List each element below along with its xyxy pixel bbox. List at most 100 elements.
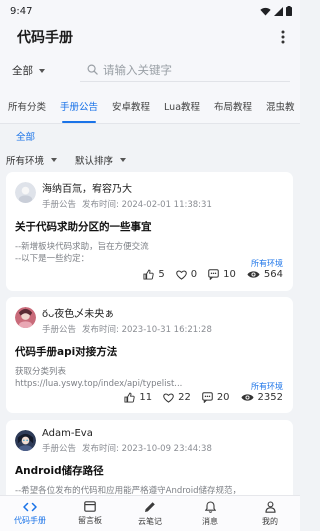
- post-category: 手册公告: [42, 325, 77, 335]
- cell-signal-icon: [274, 6, 283, 16]
- post-time: 发布时间: 2023-10-09 23:44:38: [82, 444, 212, 454]
- view-count-stat: 2352: [241, 392, 283, 403]
- post-excerpt: 获取分类列表 https://lua.yswy.top/index/api/ty…: [15, 367, 183, 389]
- post-time: 发布时间: 2024-02-01 11:38:31: [82, 200, 212, 210]
- post-env-tag: 所有环境: [251, 382, 283, 391]
- scope-label: 全部: [12, 64, 33, 77]
- tab-label: 安卓教程: [112, 101, 151, 113]
- tab-lua-tutorial[interactable]: Lua教程: [157, 88, 207, 123]
- eye-icon: [247, 271, 260, 278]
- dropdown-arrow-icon: [39, 68, 45, 73]
- comment-icon: [208, 269, 219, 280]
- post-title[interactable]: 代码手册api对接方法: [15, 344, 284, 359]
- post-header: ο᷄ᴗ夜色乄未央ぁ 手册公告 发布时间: 2023-10-31 16:21:28: [15, 305, 284, 335]
- post-header: Adam-Eva 手册公告 发布时间: 2023-10-09 23:44:38: [15, 428, 284, 454]
- dropdown-arrow-icon: [120, 158, 127, 162]
- environment-filter[interactable]: 所有环境: [6, 153, 58, 167]
- nav-label: 我的: [262, 516, 278, 526]
- post-card[interactable]: Adam-Eva 手册公告 发布时间: 2023-10-09 23:44:38 …: [6, 420, 293, 495]
- post-stats: 11 22 20 2352: [124, 392, 283, 403]
- post-author[interactable]: Adam-Eva: [42, 428, 212, 439]
- post-meta: 海纳百氚，宥容乃大 手册公告 发布时间: 2024-02-01 11:38:31: [42, 180, 212, 210]
- filter-row: 所有环境 默认排序: [0, 148, 300, 172]
- nav-profile[interactable]: 我的: [240, 496, 300, 531]
- favorite-button[interactable]: 0: [176, 269, 197, 280]
- eye-icon: [241, 394, 254, 401]
- post-card[interactable]: 海纳百氚，宥容乃大 手册公告 发布时间: 2024-02-01 11:38:31…: [6, 172, 293, 291]
- tab-manual-announcements[interactable]: 手册公告: [53, 88, 105, 123]
- tab-all-categories[interactable]: 所有分类: [0, 88, 53, 123]
- search-row: 全部 请输入关键字: [0, 52, 300, 88]
- comment-count: 10: [223, 269, 236, 280]
- post-time: 发布时间: 2023-10-31 16:21:28: [82, 325, 212, 335]
- nav-cloud-notes[interactable]: 云笔记: [120, 496, 180, 531]
- like-count: 11: [139, 392, 153, 403]
- sort-filter-label: 默认排序: [75, 156, 114, 167]
- avatar[interactable]: [15, 182, 36, 203]
- status-bar: 9:47: [0, 0, 300, 22]
- post-title[interactable]: Android储存路径: [15, 463, 284, 478]
- like-button[interactable]: 11: [124, 392, 152, 403]
- tab-label: Lua教程: [164, 101, 201, 113]
- post-author[interactable]: ο᷄ᴗ夜色乄未央ぁ: [42, 305, 212, 320]
- comment-button[interactable]: 20: [202, 392, 230, 403]
- nav-label: 代码手册: [14, 515, 46, 525]
- like-count: 5: [158, 269, 165, 280]
- post-title[interactable]: 关于代码求助分区的一些事宜: [15, 219, 284, 234]
- tab-android-tutorial[interactable]: 安卓教程: [105, 88, 157, 123]
- nav-code-manual[interactable]: 代码手册: [0, 496, 60, 531]
- comment-count: 20: [216, 392, 230, 403]
- sub-filter-all[interactable]: 全部: [16, 129, 35, 143]
- more-vert-icon: [281, 30, 285, 44]
- battery-icon: [286, 6, 292, 16]
- view-count: 2352: [257, 392, 283, 403]
- category-tabs: 所有分类 手册公告 安卓教程 Lua教程 布局教程 混虫教: [0, 88, 300, 124]
- tab-label: 手册公告: [60, 101, 99, 113]
- view-count: 564: [263, 269, 283, 280]
- favorite-count: 22: [178, 392, 191, 403]
- status-time: 9:47: [10, 5, 33, 17]
- message-board-icon: [84, 501, 96, 512]
- thumb-up-icon: [143, 269, 155, 280]
- nav-message-board[interactable]: 留言板: [60, 496, 120, 531]
- post-stats: 5 0 10 564: [143, 269, 283, 280]
- avatar[interactable]: [15, 430, 36, 451]
- search-input[interactable]: 请输入关键字: [80, 58, 290, 82]
- scope-dropdown[interactable]: 全部: [12, 63, 80, 78]
- nav-label: 云笔记: [138, 516, 162, 526]
- post-header: 海纳百氚，宥容乃大 手册公告 发布时间: 2024-02-01 11:38:31: [15, 180, 284, 210]
- heart-icon: [176, 270, 187, 280]
- thumb-up-icon: [124, 392, 135, 403]
- sort-filter[interactable]: 默认排序: [75, 153, 127, 167]
- post-feed: 海纳百氚，宥容乃大 手册公告 发布时间: 2024-02-01 11:38:31…: [0, 172, 300, 495]
- app-title: 代码手册: [17, 30, 73, 46]
- like-button[interactable]: 5: [143, 269, 165, 280]
- comment-button[interactable]: 10: [208, 269, 236, 280]
- dropdown-arrow-icon: [51, 158, 58, 162]
- nav-messages[interactable]: 消息: [180, 496, 240, 531]
- app-bar: 代码手册: [0, 22, 300, 52]
- post-category: 手册公告: [42, 444, 77, 454]
- more-options-button[interactable]: [274, 26, 292, 48]
- wifi-icon: [260, 7, 271, 16]
- post-env-tag: 所有环境: [251, 259, 283, 268]
- tab-label: 所有分类: [8, 101, 47, 113]
- search-placeholder: 请输入关键字: [103, 62, 172, 77]
- tab-label: 混虫教: [266, 101, 295, 113]
- post-excerpt: --新增板块代码求助，旨在方便交流 --以下是一些约定：: [15, 242, 149, 264]
- code-icon: [23, 502, 37, 511]
- favorite-button[interactable]: 22: [163, 392, 191, 403]
- post-card[interactable]: ο᷄ᴗ夜色乄未央ぁ 手册公告 发布时间: 2023-10-31 16:21:28…: [6, 297, 293, 413]
- post-excerpt: --希望各位发布的代码和应用能严格遵守Android储存规范，: [15, 486, 241, 495]
- post-sub-meta: 手册公告 发布时间: 2023-10-31 16:21:28: [42, 323, 212, 335]
- tab-more-tutorial[interactable]: 混虫教: [259, 88, 300, 123]
- post-sub-meta: 手册公告 发布时间: 2023-10-09 23:44:38: [42, 442, 212, 454]
- post-sub-meta: 手册公告 发布时间: 2024-02-01 11:38:31: [42, 198, 212, 210]
- nav-label: 留言板: [78, 516, 102, 525]
- tab-layout-tutorial[interactable]: 布局教程: [207, 88, 259, 123]
- avatar[interactable]: [15, 307, 36, 328]
- post-author[interactable]: 海纳百氚，宥容乃大: [42, 180, 212, 195]
- view-count-stat: 564: [247, 269, 283, 280]
- post-meta: ο᷄ᴗ夜色乄未央ぁ 手册公告 发布时间: 2023-10-31 16:21:28: [42, 305, 212, 335]
- post-category: 手册公告: [42, 200, 77, 210]
